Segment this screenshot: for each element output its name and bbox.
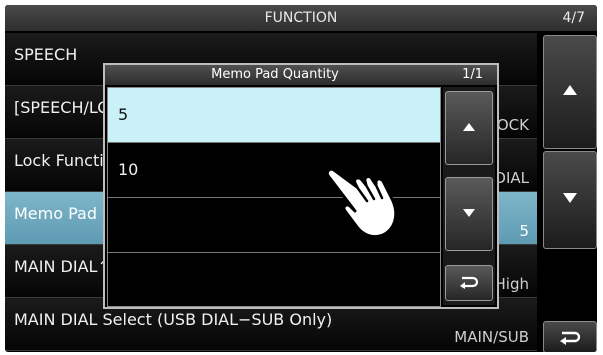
down-arrow-icon [563,193,577,203]
list-item-value: High [494,275,529,293]
return-icon [460,276,479,289]
option-label: 10 [118,160,139,179]
dialog-title-bar: Memo Pad Quantity 1/1 [105,65,497,85]
list-item-label: SPEECH [14,45,78,64]
list-item-value: 5 [519,222,529,240]
dialog-up-button[interactable] [445,91,493,165]
page-indicator: 4/7 [562,10,585,26]
title-bar: FUNCTION 4/7 [5,5,597,31]
list-item-value: DIAL [494,169,529,187]
dialog-down-button[interactable] [445,177,493,251]
option-5[interactable]: 5 [108,88,440,143]
return-button[interactable] [543,321,597,352]
dialog-title: Memo Pad Quantity [211,67,339,82]
return-icon [560,331,581,345]
page-down-button[interactable] [543,151,597,249]
list-item-label: MAIN DIAL Select (USB DIAL−SUB Only) [14,310,333,329]
list-item-value: MAIN/SUB [454,328,529,346]
up-arrow-icon [563,85,577,95]
dialog-page-indicator: 1/1 [462,67,483,82]
pointing-hand-icon [325,167,398,239]
up-arrow-icon [463,123,475,131]
option-empty[interactable] [108,253,440,306]
down-arrow-icon [463,209,475,217]
radio-screen: FUNCTION 4/7 SPEECH [SPEECH/LOCK] Switch… [5,5,597,352]
option-label: 5 [118,105,129,124]
screen-title: FUNCTION [264,10,338,26]
page-up-button[interactable] [543,35,597,149]
memo-pad-quantity-dialog: Memo Pad Quantity 1/1 5 10 [103,63,499,309]
dialog-scroll-buttons [443,87,495,305]
dialog-return-button[interactable] [445,265,493,301]
